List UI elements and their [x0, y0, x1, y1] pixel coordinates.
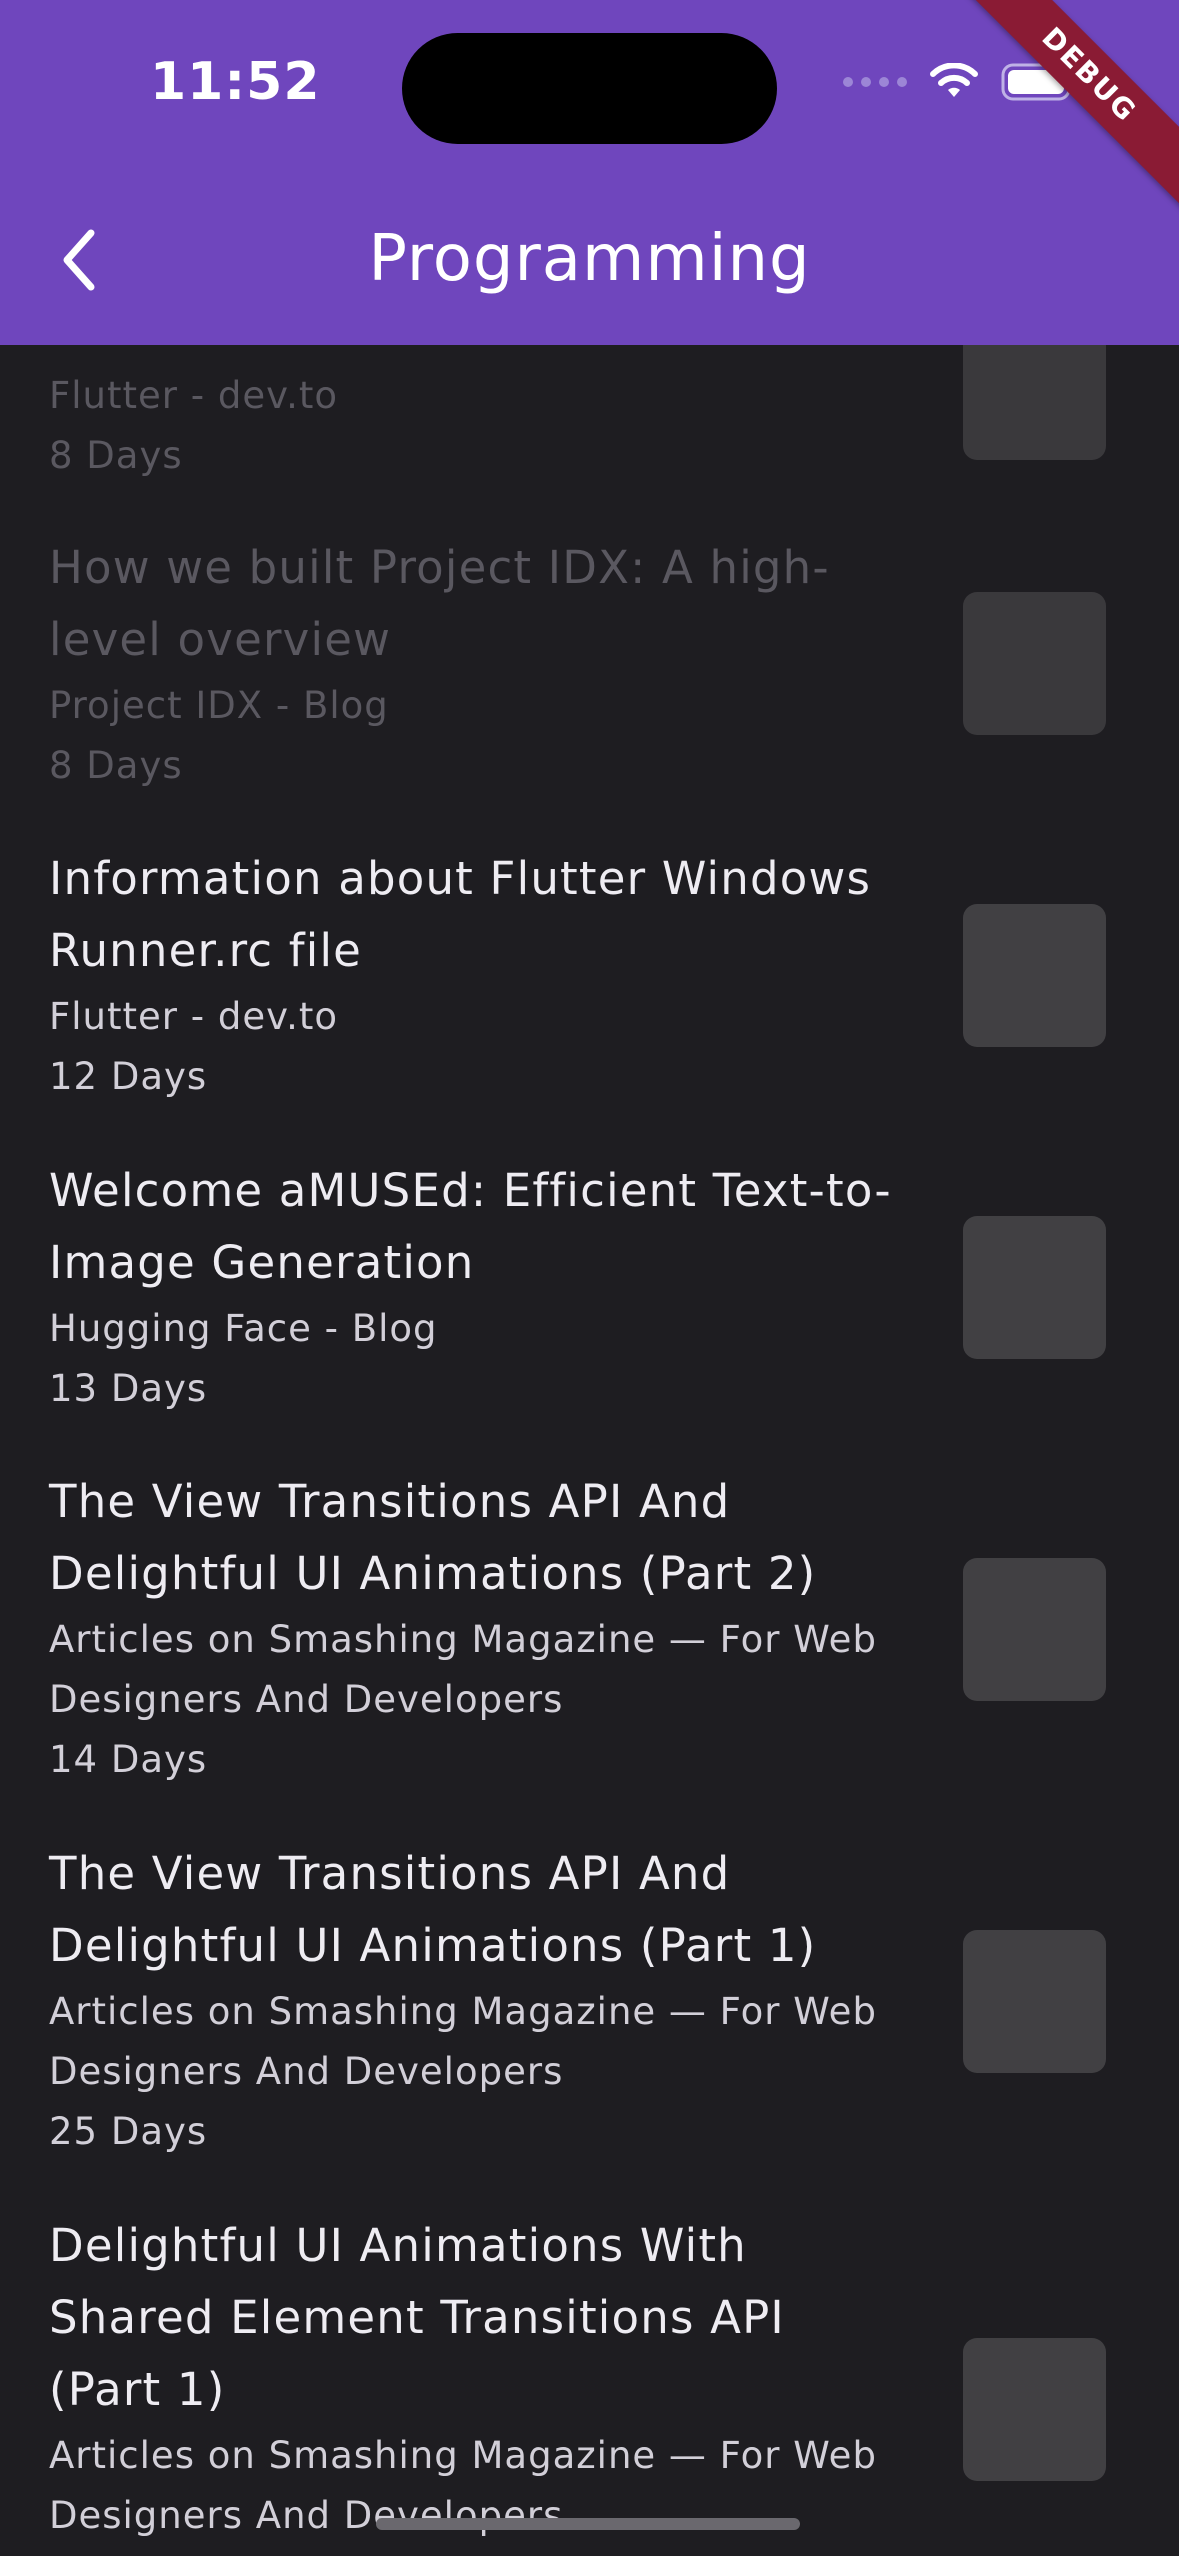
article-title: The View Transitions API And Delightful …: [49, 1847, 817, 1972]
debug-banner: DEBUG: [921, 0, 1179, 243]
status-time: 11:52: [150, 52, 321, 112]
article-title: Information about Flutter Windows Runner…: [49, 852, 872, 977]
page-title: Programming: [368, 222, 811, 296]
wifi-icon: [929, 63, 979, 101]
article-age: 12 Days: [49, 1055, 208, 1098]
article-source: Flutter - dev.to: [49, 995, 339, 1038]
article-age: 14 Days: [49, 1738, 208, 1781]
article-source: Articles on Smashing Magazine — For Web …: [49, 1618, 877, 1721]
article-age: 8 Days: [49, 744, 183, 787]
cellular-signal-icon: [843, 77, 907, 87]
article-age: 13 Days: [49, 1367, 208, 1410]
article-thumbnail: [963, 904, 1106, 1047]
article-thumbnail: [963, 2338, 1106, 2481]
article-thumbnail: [963, 1216, 1106, 1359]
article-age: 8 Days: [49, 434, 183, 477]
article-thumbnail: [963, 1558, 1106, 1701]
article-source: Project IDX - Blog: [49, 684, 389, 727]
dynamic-island: [402, 33, 777, 144]
app-bar: 11:52 Programming DEBUG: [0, 0, 1179, 345]
article-source: Articles on Smashing Magazine — For Web …: [49, 1990, 877, 2093]
home-indicator[interactable]: [376, 2518, 800, 2530]
article-source: Flutter - dev.to: [49, 374, 339, 417]
article-title: Welcome aMUSEd: Efficient Text-to-Image …: [49, 1164, 892, 1289]
article-title: The View Transitions API And Delightful …: [49, 1475, 817, 1600]
article-thumbnail: [963, 592, 1106, 735]
article-thumbnail: [963, 1930, 1106, 2073]
article-source: Hugging Face - Blog: [49, 1307, 438, 1350]
article-title: Delightful UI Animations With Shared Ele…: [49, 2219, 785, 2416]
article-age: 25 Days: [49, 2110, 208, 2153]
article-title: How we built Project IDX: A high-level o…: [49, 541, 830, 666]
